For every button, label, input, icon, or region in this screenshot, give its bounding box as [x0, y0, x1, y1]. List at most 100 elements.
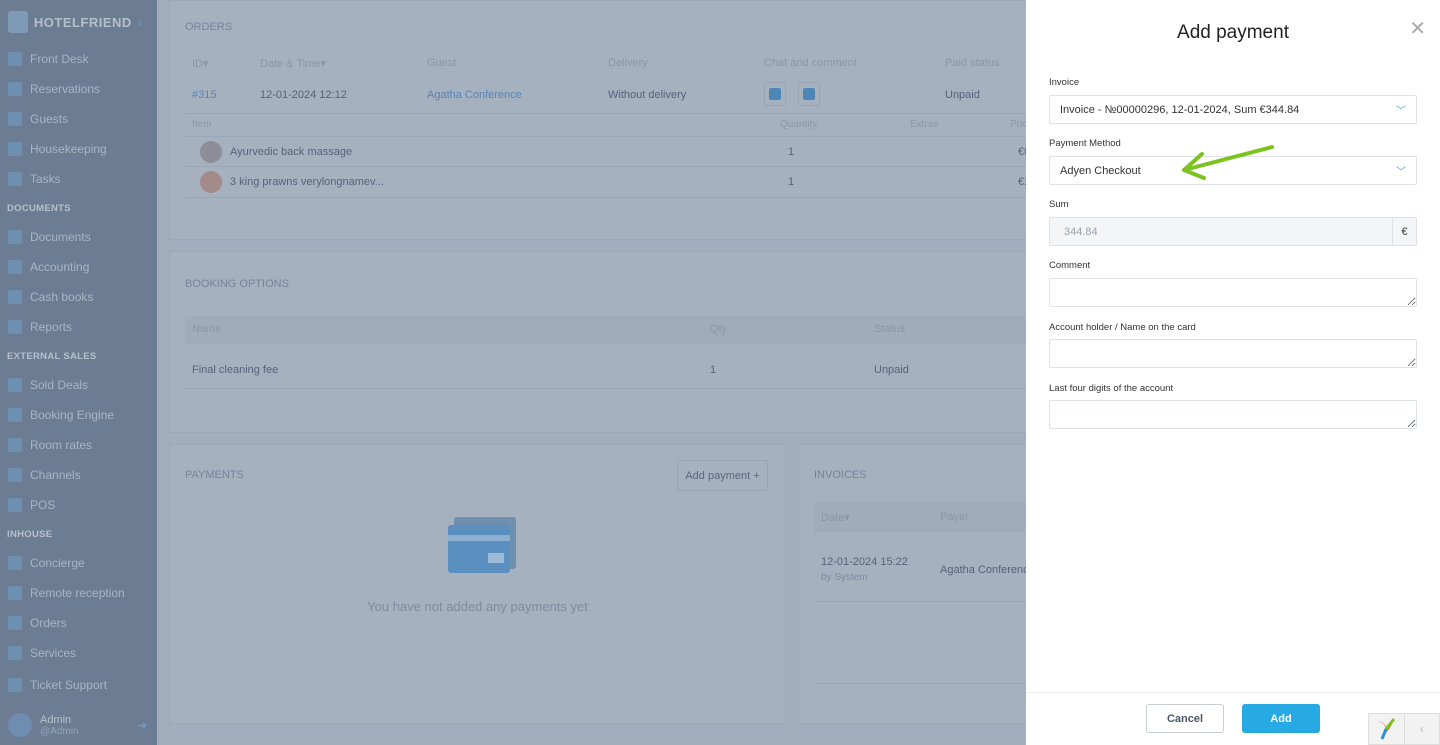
last-digits-textarea[interactable] — [1049, 400, 1417, 429]
concierge-icon — [8, 556, 22, 570]
logo: HOTELFRIEND ‹ — [0, 0, 157, 44]
collapse-sidebar-icon[interactable]: ‹ — [138, 14, 143, 30]
sidebar-item-concierge[interactable]: Concierge — [0, 548, 157, 578]
sidebar-item-guests[interactable]: Guests — [0, 104, 157, 134]
sidebar-item-booking-engine[interactable]: Booking Engine — [0, 400, 157, 430]
sidebar-item-label: Front Desk — [30, 52, 89, 66]
col-chat: Chat and comment — [764, 57, 857, 69]
sidebar-item-label: POS — [30, 498, 56, 512]
sum-input[interactable]: 344.84 € — [1049, 217, 1417, 246]
sidebar-item-label: Remote reception — [30, 586, 125, 600]
user-profile[interactable]: Admin @Admin ➔ — [8, 713, 147, 737]
sidebar-item-label: Accounting — [30, 260, 90, 274]
sidebar-item-services[interactable]: Services — [0, 638, 157, 668]
add-button[interactable]: Add — [1242, 704, 1320, 733]
accounting-icon — [8, 260, 22, 274]
item-qty: 1 — [788, 146, 795, 158]
panel-footer-divider — [1026, 692, 1440, 693]
payments-card: PAYMENTS Add payment + You have not adde… — [169, 444, 786, 724]
section-inhouse: INHOUSE — [7, 528, 53, 540]
sidebar-item-label: Reservations — [30, 82, 101, 96]
remote-reception-icon — [8, 586, 22, 600]
yii-logo-icon[interactable] — [1369, 714, 1404, 744]
order-guest-link[interactable]: Agatha Conference — [427, 89, 522, 101]
credit-card-icon — [448, 517, 516, 573]
invoice-label: Invoice — [1049, 77, 1080, 88]
chat-button[interactable] — [764, 82, 786, 106]
col-name: Name — [192, 323, 222, 335]
invoice-by: by System — [821, 572, 868, 583]
booking-engine-icon — [8, 408, 22, 422]
account-holder-textarea[interactable] — [1049, 339, 1417, 368]
invoice-select[interactable]: Invoice - №00000296, 12-01-2024, Sum €34… — [1049, 95, 1417, 124]
add-payment-button[interactable]: Add payment + — [677, 460, 768, 491]
orders-title: ORDERS — [185, 21, 233, 33]
sold-deals-icon — [8, 378, 22, 392]
sidebar-item-room-rates[interactable]: Room rates — [0, 430, 157, 460]
orders-icon — [8, 616, 22, 630]
cancel-button[interactable]: Cancel — [1146, 704, 1224, 733]
ticket-icon — [8, 678, 22, 692]
sidebar-item-label: Orders — [30, 616, 67, 630]
documents-icon — [8, 230, 22, 244]
cash-books-icon — [8, 290, 22, 304]
comment-textarea[interactable] — [1049, 278, 1417, 307]
sidebar-item-documents[interactable]: Documents — [0, 222, 157, 252]
sidebar-item-tasks[interactable]: Tasks — [0, 164, 157, 194]
order-paid-status: Unpaid — [945, 89, 980, 101]
order-datetime: 12-01-2024 12:12 — [260, 89, 347, 101]
sidebar-item-orders[interactable]: Orders — [0, 608, 157, 638]
sidebar-item-accounting[interactable]: Accounting — [0, 252, 157, 282]
order-id-link[interactable]: #315 — [192, 89, 216, 101]
sidebar-item-remote-reception[interactable]: Remote reception — [0, 578, 157, 608]
sidebar-item-housekeeping[interactable]: Housekeeping — [0, 134, 157, 164]
payments-title: PAYMENTS — [185, 469, 244, 481]
sidebar-item-label: Guests — [30, 112, 69, 126]
booking-title: BOOKING OPTIONS — [185, 278, 289, 290]
avatar — [8, 713, 32, 737]
col-datetime[interactable]: Date & Time▾ — [260, 57, 326, 70]
sidebar: HOTELFRIEND ‹ Front Desk Reservations Guest… — [0, 0, 157, 745]
invoices-card: INVOICES Date▾ Payer 12-01-2024 15:22 by… — [798, 444, 1039, 724]
chevron-left-icon[interactable]: ‹ — [1403, 714, 1440, 744]
debug-widget[interactable]: ‹ — [1368, 713, 1440, 745]
sidebar-item-pos[interactable]: POS — [0, 490, 157, 520]
col-delivery: Delivery — [608, 57, 648, 69]
sidebar-item-sold-deals[interactable]: Sold Deals — [0, 370, 157, 400]
sidebar-item-cash-books[interactable]: Cash books — [0, 282, 157, 312]
invoice-date: 12-01-2024 15:22 — [821, 556, 908, 568]
sidebar-item-front-desk[interactable]: Front Desk — [0, 44, 157, 74]
sidebar-item-channels[interactable]: Channels — [0, 460, 157, 490]
booking-name: Final cleaning fee — [192, 364, 279, 376]
col-status: Status — [874, 323, 906, 335]
col-date[interactable]: Date▾ — [821, 511, 850, 524]
comment-label: Comment — [1049, 260, 1091, 271]
orders-card: ORDERS ID▾ Date & Time▾ Guest Delivery C… — [169, 0, 1039, 240]
chat-icon — [769, 88, 781, 100]
close-icon[interactable]: ✕ — [1409, 16, 1426, 41]
account-holder-label: Account holder / Name on the card — [1049, 322, 1196, 333]
pos-icon — [8, 498, 22, 512]
front-desk-icon — [8, 52, 22, 66]
reservations-icon — [8, 82, 22, 96]
sidebar-item-label: Services — [30, 646, 77, 660]
comment-button[interactable] — [798, 82, 820, 106]
col-id[interactable]: ID▾ — [192, 57, 209, 70]
chevron-down-icon: ﹀ — [1396, 167, 1406, 178]
sum-label: Sum — [1049, 199, 1069, 210]
booking-qty: 1 — [710, 364, 717, 376]
panel-title: Add payment — [1177, 22, 1289, 43]
sidebar-item-label: Reports — [30, 320, 73, 334]
room-rates-icon — [8, 438, 22, 452]
sidebar-item-reservations[interactable]: Reservations — [0, 74, 157, 104]
services-icon — [8, 646, 22, 660]
payment-method-label: Payment Method — [1049, 138, 1121, 149]
col-extras: Extras — [910, 119, 939, 130]
section-external-sales: EXTERNAL SALES — [7, 350, 97, 362]
guests-icon — [8, 112, 22, 126]
logout-icon[interactable]: ➔ — [138, 719, 147, 732]
sidebar-item-reports[interactable]: Reports — [0, 312, 157, 342]
sidebar-item-label: Tasks — [30, 172, 61, 186]
channels-icon — [8, 468, 22, 482]
sidebar-item-ticket-support[interactable]: Ticket Support — [0, 670, 157, 700]
